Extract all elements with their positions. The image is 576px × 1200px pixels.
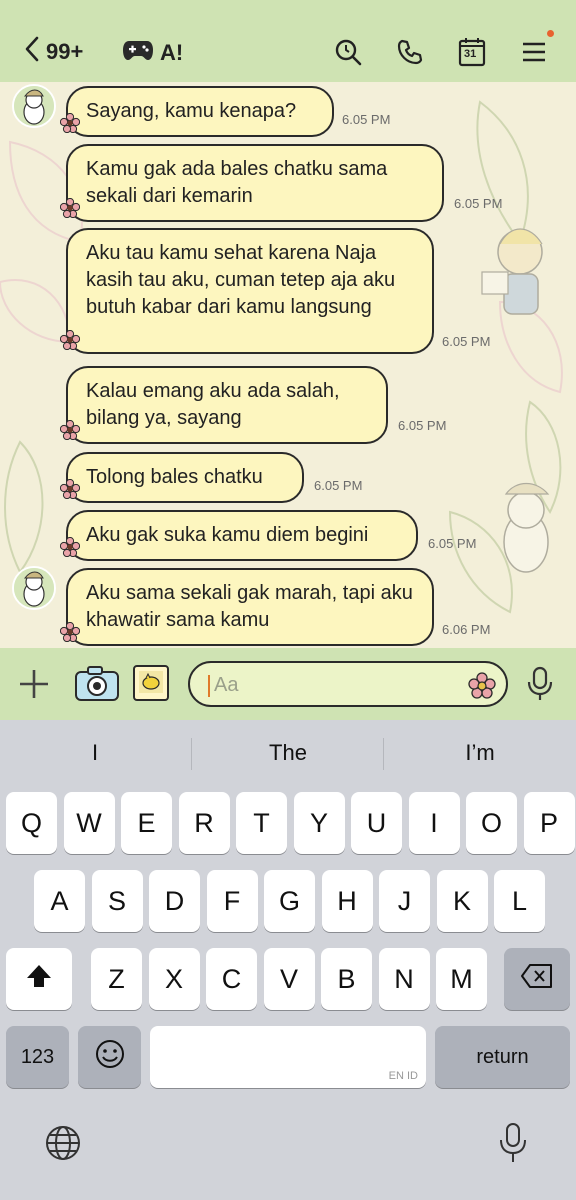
message-text: Kamu gak ada bales chatku sama sekali da… [86, 158, 388, 207]
key-j[interactable]: J [379, 870, 430, 932]
key-v[interactable]: V [263, 948, 315, 1010]
calendar-icon[interactable]: 31 [456, 36, 488, 68]
message-timestamp: 6.05 PM [398, 418, 447, 433]
key-y[interactable]: Y [293, 792, 345, 854]
key-o[interactable]: O [466, 792, 517, 854]
space-key[interactable]: EN ID [150, 1026, 426, 1088]
back-button[interactable]: 99+ [24, 34, 104, 70]
key-x[interactable]: X [148, 948, 200, 1010]
contact-avatar[interactable] [12, 566, 56, 610]
key-a[interactable]: A [34, 870, 85, 932]
message-timestamp: 6.05 PM [442, 334, 491, 349]
keyboard: I The I’m QWERTYUIOPASDFGHJKLZXCVBNM 123… [0, 720, 576, 1200]
divider [191, 738, 192, 770]
key-d[interactable]: D [149, 870, 200, 932]
key-f[interactable]: F [206, 870, 258, 932]
key-k[interactable]: K [436, 870, 488, 932]
flower-icon [59, 621, 81, 648]
key-e[interactable]: E [121, 792, 172, 854]
emoji-key[interactable] [78, 1026, 141, 1088]
microphone-icon[interactable] [526, 666, 554, 702]
key-q[interactable]: Q [6, 792, 57, 854]
message-timestamp: 6.06 PM [442, 622, 491, 637]
key-n[interactable]: N [378, 948, 430, 1010]
numbers-key[interactable]: 123 [6, 1026, 69, 1088]
backspace-key[interactable] [504, 948, 570, 1010]
search-icon[interactable] [332, 36, 364, 68]
key-t[interactable]: T [236, 792, 287, 854]
unread-count: 99+ [46, 39, 84, 64]
chat-title[interactable]: A! [122, 38, 183, 68]
message-bubble[interactable]: Kalau emang aku ada salah, bilang ya, sa… [59, 366, 388, 444]
phone-icon[interactable] [394, 36, 426, 68]
message-text: Aku sama sekali gak marah, tapi aku khaw… [86, 582, 413, 631]
plus-icon[interactable] [16, 666, 52, 702]
key-w[interactable]: W [63, 792, 115, 854]
chat-header: 99+ A! 31 [0, 0, 576, 82]
chat-area[interactable]: Sayang, kamu kenapa? 6.05 PM Kamu gak ada … [0, 82, 576, 648]
dictation-microphone-icon[interactable] [498, 1122, 528, 1169]
flower-icon [59, 329, 81, 358]
key-b[interactable]: B [321, 948, 372, 1010]
key-g[interactable]: G [264, 870, 315, 932]
message-text: Tolong bales chatku [86, 466, 263, 488]
message-bubble[interactable]: Kamu gak ada bales chatku sama sekali da… [59, 144, 444, 222]
sticker-icon[interactable] [132, 664, 170, 702]
suggestion-bar: I The I’m [0, 720, 576, 788]
camera-icon[interactable] [74, 664, 120, 704]
game-controller-icon [122, 38, 154, 68]
key-z[interactable]: Z [91, 948, 142, 1010]
space-language: EN ID [388, 1070, 418, 1082]
message-timestamp: 6.05 PM [428, 536, 477, 551]
divider [383, 738, 384, 770]
chevron-left-icon [24, 36, 40, 68]
smiley-icon [94, 1038, 126, 1077]
contact-avatar[interactable] [12, 84, 56, 128]
message-timestamp: 6.05 PM [454, 196, 503, 211]
backspace-icon [520, 963, 554, 996]
key-m[interactable]: M [436, 948, 487, 1010]
menu-icon[interactable] [518, 30, 554, 68]
chat-title-text: A! [160, 40, 184, 65]
text-caret [208, 675, 210, 697]
key-c[interactable]: C [206, 948, 257, 1010]
suggestion-2[interactable]: The [193, 740, 383, 766]
message-input-bar: Aa [0, 648, 576, 720]
suggestion-3[interactable]: I’m [385, 740, 575, 766]
calendar-day: 31 [464, 48, 477, 60]
message-text: Aku tau kamu sehat karena Naja kasih tau… [86, 242, 396, 318]
message-bubble[interactable]: Aku sama sekali gak marah, tapi aku khaw… [59, 568, 434, 646]
flower-icon [59, 478, 81, 507]
globe-icon[interactable] [44, 1124, 82, 1167]
key-h[interactable]: H [321, 870, 373, 932]
message-text: Sayang, kamu kenapa? [86, 100, 297, 122]
flower-icon [59, 419, 81, 448]
message-bubble[interactable]: Sayang, kamu kenapa? [59, 86, 334, 137]
key-l[interactable]: L [494, 870, 545, 932]
key-i[interactable]: I [408, 792, 460, 854]
shift-key[interactable] [6, 948, 72, 1010]
message-bubble[interactable]: Aku tau kamu sehat karena Naja kasih tau… [59, 228, 434, 354]
message-timestamp: 6.05 PM [342, 112, 391, 127]
message-text: Kalau emang aku ada salah, bilang ya, sa… [86, 380, 340, 429]
message-bubble[interactable]: Tolong bales chatku [59, 452, 304, 503]
flower-icon [59, 197, 81, 226]
key-u[interactable]: U [351, 792, 402, 854]
return-key[interactable]: return [435, 1026, 570, 1088]
key-r[interactable]: R [178, 792, 230, 854]
flower-icon [59, 112, 81, 141]
suggestion-1[interactable]: I [0, 740, 190, 766]
key-p[interactable]: P [523, 792, 575, 854]
emoji-icon[interactable] [468, 672, 496, 705]
notification-dot [547, 30, 554, 37]
message-input[interactable]: Aa [188, 661, 508, 707]
input-placeholder: Aa [214, 674, 239, 696]
message-timestamp: 6.05 PM [314, 478, 363, 493]
key-s[interactable]: S [91, 870, 143, 932]
message-text: Aku gak suka kamu diem begini [86, 524, 369, 546]
message-bubble[interactable]: Aku gak suka kamu diem begini [59, 510, 418, 561]
shift-arrow-icon [25, 962, 53, 997]
flower-icon [59, 536, 81, 565]
